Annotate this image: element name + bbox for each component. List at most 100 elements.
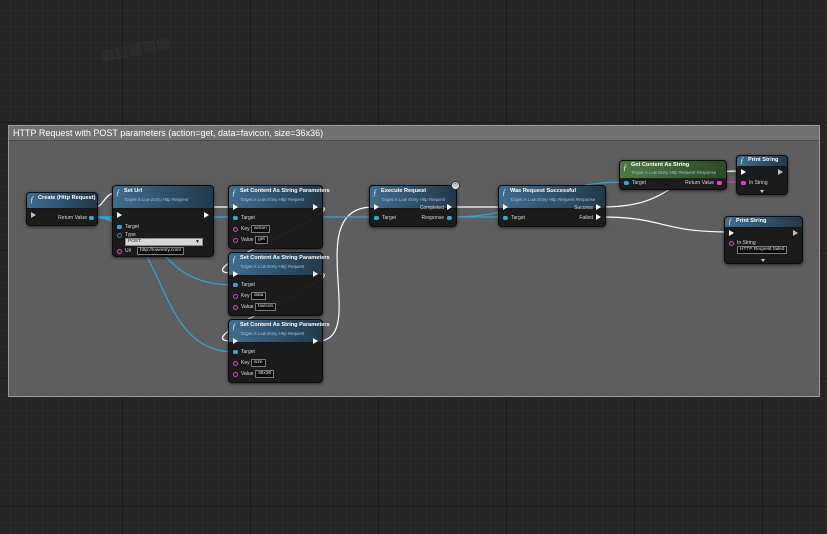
exec-in-pin[interactable] xyxy=(729,230,734,236)
target-label: Target xyxy=(632,180,646,186)
target-pin-icon[interactable] xyxy=(374,216,379,220)
node-header: ƒ Set Content As String Parameters Targe… xyxy=(229,253,330,276)
target-pin-icon[interactable] xyxy=(233,283,238,287)
target-label: Target xyxy=(511,215,525,221)
node-set-url[interactable]: ƒ Set Url Target is Low Entry Http Reque… xyxy=(112,185,214,257)
value-input[interactable]: get xyxy=(255,236,268,244)
failed-label: Failed xyxy=(579,215,593,221)
function-icon: ƒ xyxy=(232,188,236,197)
exec-in-pin[interactable] xyxy=(233,271,238,277)
node-subtitle: Target is Low Entry Http Request xyxy=(240,197,305,202)
node-subtitle: Target is Low Entry Http Request xyxy=(240,331,305,336)
value-label: Value xyxy=(241,304,254,310)
node-title: Print String xyxy=(748,157,779,163)
node-set-content-2[interactable]: ƒ Set Content As String Parameters Targe… xyxy=(228,252,330,316)
key-input[interactable]: data xyxy=(251,292,267,300)
exec-out-pin[interactable] xyxy=(313,271,318,277)
key-pin-icon[interactable] xyxy=(233,361,238,366)
response-label: Response xyxy=(421,215,444,221)
success-label: Success xyxy=(574,205,593,211)
success-exec-out-pin[interactable] xyxy=(596,204,601,210)
value-pin-icon[interactable] xyxy=(233,305,238,310)
failed-exec-out-pin[interactable] xyxy=(596,214,601,220)
exec-in-pin[interactable] xyxy=(741,169,746,175)
exec-in-pin[interactable] xyxy=(374,204,379,210)
response-pin-icon[interactable] xyxy=(447,216,452,220)
value-label: Value xyxy=(241,237,254,243)
target-pin-icon[interactable] xyxy=(503,216,508,220)
in-string-pin-icon[interactable] xyxy=(741,181,746,185)
target-pin-icon[interactable] xyxy=(233,216,238,220)
node-title: Print String xyxy=(736,218,767,224)
function-icon: ƒ xyxy=(728,217,732,226)
node-title: Set Url xyxy=(124,188,143,194)
function-icon: ƒ xyxy=(232,255,236,264)
exec-in-pin[interactable] xyxy=(503,204,508,210)
target-label: Target xyxy=(241,215,255,221)
node-header: ƒ Set Url Target is Low Entry Http Reque… xyxy=(113,186,213,209)
node-subtitle: Target is Low Entry Http Request xyxy=(124,197,189,202)
exec-out-pin[interactable] xyxy=(313,338,318,344)
node-subtitle: Target is Low Entry Http Request Respons… xyxy=(631,170,717,175)
function-icon: ƒ xyxy=(30,195,34,204)
node-print-string-2[interactable]: ƒ Print String In String HTTP Request fa… xyxy=(724,216,803,264)
value-input[interactable]: favicon xyxy=(255,303,277,311)
key-pin-icon[interactable] xyxy=(233,294,238,299)
node-set-content-3[interactable]: ƒ Set Content As String Parameters Targe… xyxy=(228,319,330,383)
value-input[interactable]: 36x36 xyxy=(255,370,275,378)
type-pin-icon[interactable] xyxy=(117,233,122,238)
chevron-down-icon: ▼ xyxy=(195,239,200,245)
exec-out-pin[interactable] xyxy=(778,169,783,175)
exec-out-pin[interactable] xyxy=(793,230,798,236)
url-input[interactable]: http://lowentry.com/ xyxy=(137,247,185,255)
chevron-down-icon[interactable] xyxy=(760,190,764,193)
value-pin-icon[interactable] xyxy=(233,238,238,243)
completed-exec-out-pin[interactable] xyxy=(447,204,452,210)
completed-label: Completed xyxy=(419,205,444,211)
node-header: ƒ Create (Http Request) xyxy=(27,193,97,209)
chevron-down-icon[interactable] xyxy=(761,259,765,262)
target-pin-icon[interactable] xyxy=(233,350,238,354)
comment-title[interactable]: HTTP Request with POST parameters (actio… xyxy=(9,126,819,141)
value-pin-icon[interactable] xyxy=(233,372,238,377)
node-subtitle: Target is Low Entry Http Request xyxy=(381,197,446,202)
exec-in-pin[interactable] xyxy=(233,338,238,344)
function-icon: ƒ xyxy=(740,156,744,165)
target-pin-icon[interactable] xyxy=(117,225,122,229)
exec-out-pin[interactable] xyxy=(204,212,209,218)
url-pin-icon[interactable] xyxy=(117,249,122,254)
return-value-label: Return Value xyxy=(685,180,714,186)
target-label: Target xyxy=(125,224,139,230)
function-icon: ƒ xyxy=(232,322,236,331)
key-pin-icon[interactable] xyxy=(233,227,238,232)
target-label: Target xyxy=(241,349,255,355)
target-pin-icon[interactable] xyxy=(624,181,629,185)
key-input[interactable]: action xyxy=(251,225,270,233)
return-value-pin-icon[interactable] xyxy=(89,216,94,220)
in-string-input[interactable]: HTTP Request failed xyxy=(737,246,788,254)
exec-in-pin[interactable] xyxy=(233,204,238,210)
node-subtitle: Target is Low Entry Http Request xyxy=(240,264,305,269)
node-execute-request[interactable]: ƒ Execute Request Target is Low Entry Ht… xyxy=(369,181,460,227)
node-title: Get Content As String xyxy=(631,162,690,168)
function-icon: ƒ xyxy=(623,163,627,172)
return-value-pin[interactable]: Return Value xyxy=(27,214,97,222)
node-print-string-1[interactable]: ƒ Print String In String xyxy=(736,155,788,195)
type-dropdown[interactable]: POST ▼ xyxy=(125,238,203,246)
value-label: Value xyxy=(241,371,254,377)
node-title: Execute Request xyxy=(381,188,427,194)
in-string-label: In String xyxy=(749,180,768,186)
node-subtitle: Target is Low Entry Http Request Respons… xyxy=(510,197,596,202)
node-create-http-request[interactable]: ƒ Create (Http Request) Return Value xyxy=(26,192,98,226)
clock-icon: ◷ xyxy=(451,181,460,190)
return-value-pin-icon[interactable] xyxy=(717,181,722,185)
in-string-pin-icon[interactable] xyxy=(729,241,734,246)
node-set-content-1[interactable]: ƒ Set Content As String Parameters Targe… xyxy=(228,185,330,249)
node-was-request-successful[interactable]: ƒ Was Request Successful Target is Low E… xyxy=(498,185,606,227)
function-icon: ƒ xyxy=(116,188,120,197)
node-title: Set Content As String Parameters xyxy=(240,255,330,261)
key-input[interactable]: size xyxy=(251,359,266,367)
exec-out-pin[interactable] xyxy=(313,204,318,210)
exec-in-pin[interactable] xyxy=(117,212,122,218)
node-get-content-as-string[interactable]: ƒ Get Content As String Target is Low En… xyxy=(619,160,727,190)
